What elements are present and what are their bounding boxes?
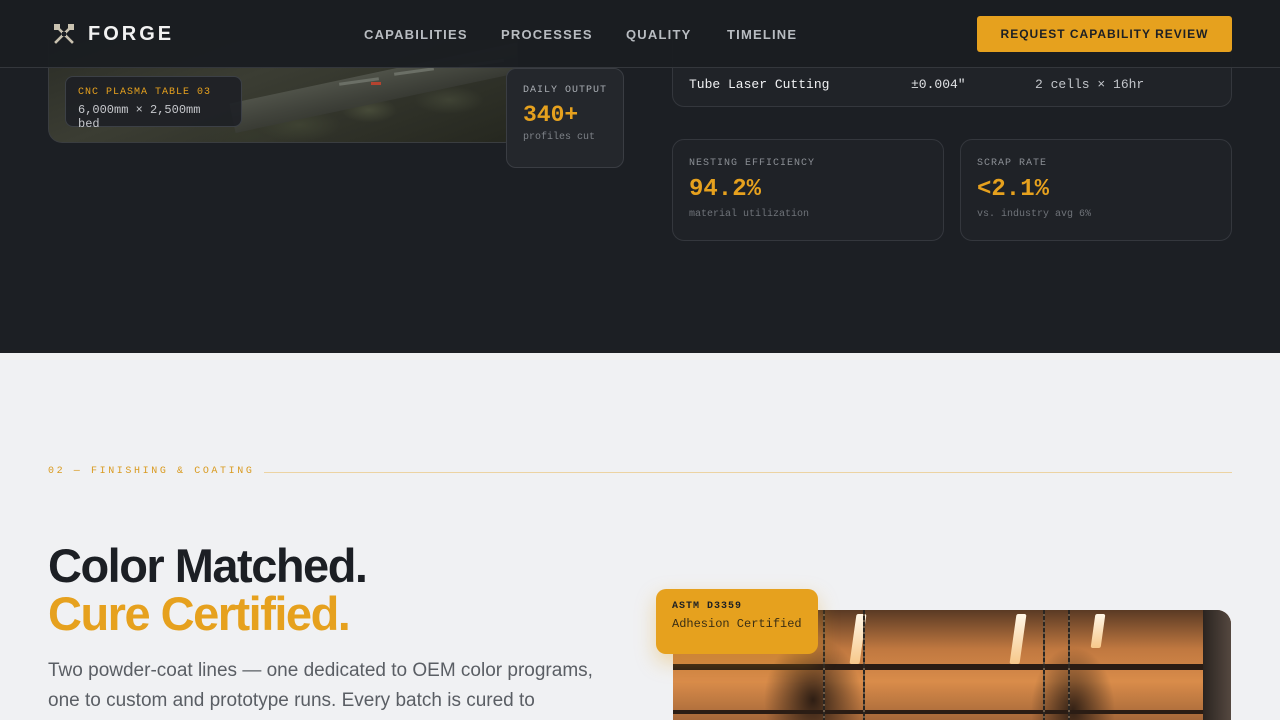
daily-output-value: 340+ xyxy=(523,102,579,128)
astm-certification-badge: ASTM D3359 Adhesion Certified xyxy=(656,589,818,654)
headline-primary: Color Matched. xyxy=(48,539,368,592)
request-capability-review-button[interactable]: REQUEST CAPABILITY REVIEW xyxy=(977,16,1232,52)
daily-output-card: DAILY OUTPUT 340+ profiles cut xyxy=(506,68,624,168)
nav-processes[interactable]: PROCESSES xyxy=(501,27,593,42)
cnc-table-label: CNC PLASMA TABLE 03 6,000mm × 2,500mm be… xyxy=(65,76,242,131)
top-nav: FORGE CAPABILITIES PROCESSES QUALITY TIM… xyxy=(0,0,1280,68)
metric-sub: vs. industry avg 6% xyxy=(977,209,1092,220)
nesting-efficiency-card: NESTING EFFICIENCY 94.2% material utiliz… xyxy=(672,139,944,241)
badge-sub: Adhesion Certified xyxy=(672,617,802,631)
nav-timeline[interactable]: TIMELINE xyxy=(727,27,797,42)
metric-label: NESTING EFFICIENCY xyxy=(689,158,816,169)
badge-title: ASTM D3359 xyxy=(672,601,743,612)
scrap-rate-card: SCRAP RATE <2.1% vs. industry avg 6% xyxy=(960,139,1232,241)
process-capacity: 2 cells × 16hr xyxy=(1035,77,1145,92)
metric-value: <2.1% xyxy=(977,176,1050,203)
cnc-table-title: CNC PLASMA TABLE 03 xyxy=(78,87,212,98)
metric-sub: material utilization xyxy=(689,209,810,220)
brand-name: FORGE xyxy=(88,22,175,45)
cnc-table-spec: 6,000mm × 2,500mm bed xyxy=(78,103,201,131)
section-paragraph: Two powder-coat lines — one dedicated to… xyxy=(48,660,593,711)
nav-capabilities[interactable]: CAPABILITIES xyxy=(364,27,468,42)
section-tag: 02 — FINISHING & COATING xyxy=(48,466,255,477)
brand-logo[interactable]: FORGE xyxy=(52,22,174,46)
process-name: Tube Laser Cutting xyxy=(689,77,830,92)
crossed-tools-icon xyxy=(54,24,74,44)
daily-output-sub: profiles cut xyxy=(523,132,596,143)
process-tolerance: ±0.004" xyxy=(911,77,966,92)
section-divider xyxy=(264,472,1232,473)
nav-quality[interactable]: QUALITY xyxy=(626,27,691,42)
headline-accent: Cure Certified. xyxy=(48,587,351,640)
metric-label: SCRAP RATE xyxy=(977,158,1048,169)
daily-output-label: DAILY OUTPUT xyxy=(523,85,608,96)
metric-value: 94.2% xyxy=(689,176,762,203)
